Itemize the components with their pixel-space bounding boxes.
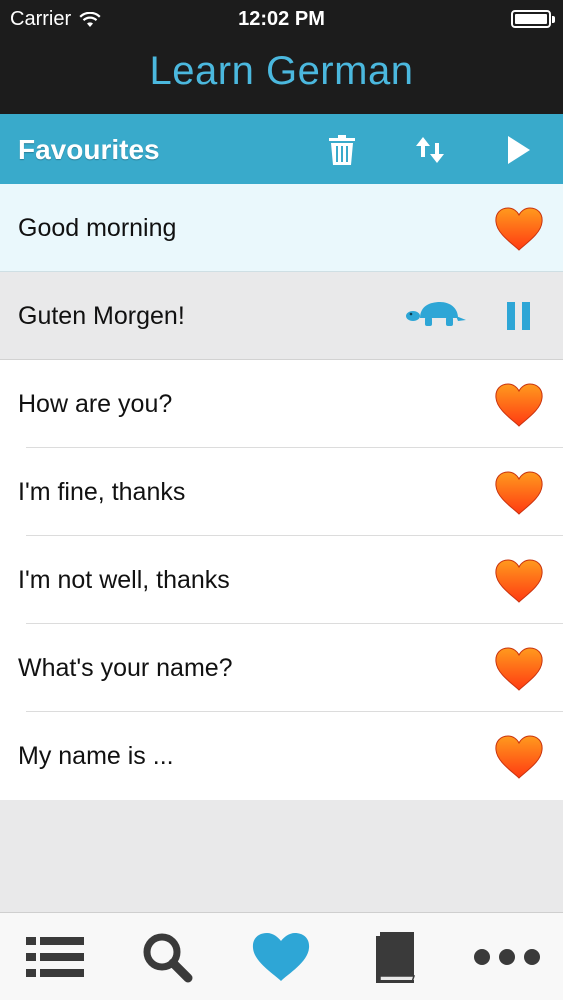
translation-row[interactable]: Guten Morgen! <box>0 272 563 360</box>
tab-more[interactable] <box>472 931 542 983</box>
phrase-text: How are you? <box>18 390 173 418</box>
phrase-list: Good morning Guten Morgen! How are you? … <box>0 184 563 800</box>
status-bar: Carrier 12:02 PM <box>0 0 563 38</box>
phrase-text: What's your name? <box>18 654 233 682</box>
phrase-row[interactable]: How are you? <box>0 360 563 448</box>
phrase-row[interactable]: Good morning <box>0 184 563 272</box>
pause-icon[interactable] <box>506 302 532 330</box>
delete-button[interactable] <box>320 128 364 172</box>
phrase-row[interactable]: What's your name? <box>0 624 563 712</box>
book-icon <box>376 932 416 983</box>
search-icon <box>143 933 193 983</box>
favourite-heart-icon[interactable] <box>493 382 545 428</box>
tab-favourites[interactable] <box>246 931 316 983</box>
favourite-heart-icon[interactable] <box>493 206 545 252</box>
phrase-text: I'm not well, thanks <box>18 566 230 594</box>
trash-icon <box>329 135 355 165</box>
section-header: Favourites <box>0 114 563 184</box>
app-title: Learn German <box>149 49 414 93</box>
play-icon <box>508 136 530 164</box>
tab-search[interactable] <box>132 931 202 983</box>
phrase-text: My name is ... <box>18 742 174 770</box>
tab-bar <box>0 912 563 1000</box>
tortoise-icon[interactable] <box>406 300 468 330</box>
favourite-heart-icon[interactable] <box>493 470 545 516</box>
phrase-row[interactable]: I'm fine, thanks <box>0 448 563 536</box>
favourite-heart-icon[interactable] <box>493 734 545 780</box>
favourite-heart-icon[interactable] <box>493 646 545 692</box>
list-icon <box>26 937 84 977</box>
play-button[interactable] <box>496 128 540 172</box>
heart-icon <box>252 933 310 981</box>
phrase-text: I'm fine, thanks <box>18 478 186 506</box>
clock: 12:02 PM <box>238 8 325 30</box>
sort-button[interactable] <box>408 128 452 172</box>
tab-list[interactable] <box>20 931 90 983</box>
title-bar: Learn German <box>0 38 563 114</box>
phrase-row[interactable]: My name is ... <box>0 712 563 800</box>
tab-book[interactable] <box>360 931 430 983</box>
phrase-row[interactable]: I'm not well, thanks <box>0 536 563 624</box>
more-icon <box>474 949 540 965</box>
phrase-text: Good morning <box>18 214 177 242</box>
sort-icon <box>416 137 444 163</box>
battery-icon <box>511 10 555 28</box>
favourite-heart-icon[interactable] <box>493 558 545 604</box>
translation-text: Guten Morgen! <box>18 302 185 330</box>
section-title: Favourites <box>18 134 160 165</box>
